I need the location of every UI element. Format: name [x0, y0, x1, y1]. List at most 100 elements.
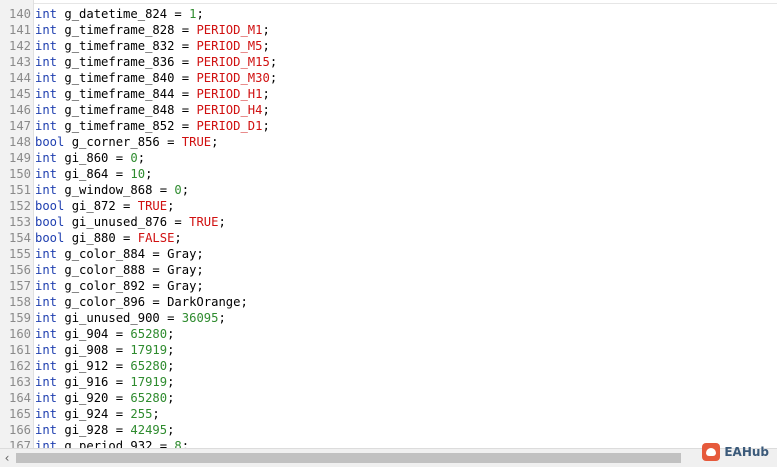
- code-text: gi_860 =: [57, 151, 131, 165]
- code-line[interactable]: 154 bool gi_880 = FALSE;: [0, 230, 277, 246]
- watermark-text: EAHub: [724, 445, 769, 459]
- code-text: g_timeframe_852 =: [57, 119, 197, 133]
- code-text: g_color_888 = Gray;: [57, 263, 204, 277]
- horizontal-scrollbar[interactable]: ‹: [0, 448, 777, 467]
- scrollbar-thumb[interactable]: [16, 453, 681, 463]
- line-number: 141: [8, 23, 31, 37]
- line-number: 164: [8, 391, 31, 405]
- code-text: ;: [269, 55, 278, 69]
- code-line[interactable]: 160 int gi_904 = 65280;: [0, 326, 277, 342]
- code-text: ;: [167, 359, 175, 373]
- code-line[interactable]: 146 int g_timeframe_848 = PERIOD_H4;: [0, 102, 277, 118]
- code-line[interactable]: 167 int g_period_932 = 8;: [0, 438, 277, 448]
- code-line[interactable]: 143 int g_timeframe_836 = PERIOD_M15;: [0, 54, 277, 70]
- code-line[interactable]: 140 int g_datetime_824 = 1;: [0, 6, 277, 22]
- literal-value: PERIOD_D1: [196, 119, 263, 133]
- code-text: gi_912 =: [57, 359, 131, 373]
- code-text: g_color_896 = DarkOrange;: [57, 295, 248, 309]
- code-text: g_timeframe_832 =: [57, 39, 197, 53]
- type-keyword: bool: [35, 231, 65, 245]
- code-text: ;: [167, 327, 175, 341]
- line-number: 142: [8, 39, 31, 53]
- type-keyword: int: [35, 183, 58, 197]
- type-keyword: int: [35, 247, 58, 261]
- code-text: ;: [196, 7, 204, 21]
- code-editor[interactable]: 140 int g_datetime_824 = 1; 141 int g_timef…: [0, 0, 777, 448]
- literal-value: PERIOD_H4: [196, 103, 263, 117]
- type-keyword: bool: [35, 199, 65, 213]
- code-text: ;: [262, 87, 270, 101]
- line-number: 148: [8, 135, 31, 149]
- code-text: ;: [167, 391, 175, 405]
- eahub-logo-icon: [702, 443, 721, 461]
- line-number: 166: [8, 423, 31, 437]
- code-text: gi_908 =: [57, 343, 131, 357]
- code-text: ;: [262, 103, 270, 117]
- code-line[interactable]: 142 int g_timeframe_832 = PERIOD_M5;: [0, 38, 277, 54]
- code-text: g_period_932 =: [57, 439, 175, 448]
- type-keyword: int: [35, 407, 58, 421]
- code-text: ;: [218, 311, 226, 325]
- line-number: 154: [8, 231, 31, 245]
- literal-value: 255: [130, 407, 153, 421]
- line-number: 158: [8, 295, 31, 309]
- code-text: gi_904 =: [57, 327, 131, 341]
- code-text: ;: [218, 215, 226, 229]
- code-line[interactable]: 141 int g_timeframe_828 = PERIOD_M1;: [0, 22, 277, 38]
- code-line[interactable]: 149 int gi_860 = 0;: [0, 150, 277, 166]
- line-number: 147: [8, 119, 31, 133]
- code-line[interactable]: 166 int gi_928 = 42495;: [0, 422, 277, 438]
- type-keyword: int: [35, 439, 58, 448]
- line-number: 143: [8, 55, 31, 69]
- code-line[interactable]: 163 int gi_916 = 17919;: [0, 374, 277, 390]
- code-line[interactable]: 151 int g_window_868 = 0;: [0, 182, 277, 198]
- line-number: 160: [8, 327, 31, 341]
- code-line[interactable]: 161 int gi_908 = 17919;: [0, 342, 277, 358]
- code-text: ;: [174, 231, 182, 245]
- code-text: g_corner_856 =: [64, 135, 182, 149]
- code-text: g_timeframe_840 =: [57, 71, 197, 85]
- code-line[interactable]: 148 bool g_corner_856 = TRUE;: [0, 134, 277, 150]
- code-text: g_window_868 =: [57, 183, 175, 197]
- code-line[interactable]: 162 int gi_912 = 65280;: [0, 358, 277, 374]
- code-line[interactable]: 157 int g_color_892 = Gray;: [0, 278, 277, 294]
- type-keyword: int: [35, 71, 58, 85]
- type-keyword: int: [35, 7, 58, 21]
- code-text: ;: [152, 407, 160, 421]
- code-line[interactable]: 144 int g_timeframe_840 = PERIOD_M30;: [0, 70, 277, 86]
- line-number: 144: [8, 71, 31, 85]
- line-number: 157: [8, 279, 31, 293]
- type-keyword: bool: [35, 135, 65, 149]
- line-number: 165: [8, 407, 31, 421]
- code-line[interactable]: 152 bool gi_872 = TRUE;: [0, 198, 277, 214]
- line-number: 155: [8, 247, 31, 261]
- type-keyword: int: [35, 311, 58, 325]
- code-line[interactable]: 147 int g_timeframe_852 = PERIOD_D1;: [0, 118, 277, 134]
- code-line[interactable]: 145 int g_timeframe_844 = PERIOD_H1;: [0, 86, 277, 102]
- scroll-left-icon[interactable]: ‹: [0, 449, 14, 467]
- code-text: gi_864 =: [57, 167, 131, 181]
- code-text: ;: [167, 199, 175, 213]
- literal-value: 65280: [130, 391, 168, 405]
- code-text: ;: [211, 135, 219, 149]
- line-number: 145: [8, 87, 31, 101]
- line-number: 159: [8, 311, 31, 325]
- code-line[interactable]: 156 int g_color_888 = Gray;: [0, 262, 277, 278]
- line-number: 152: [8, 199, 31, 213]
- type-keyword: int: [35, 327, 58, 341]
- code-line[interactable]: 158 int g_color_896 = DarkOrange;: [0, 294, 277, 310]
- code-text: g_timeframe_848 =: [57, 103, 197, 117]
- code-line[interactable]: 155 int g_color_884 = Gray;: [0, 246, 277, 262]
- code-text: ;: [145, 167, 153, 181]
- literal-value: 65280: [130, 359, 168, 373]
- code-lines[interactable]: 140 int g_datetime_824 = 1; 141 int g_timef…: [0, 6, 277, 448]
- code-line[interactable]: 153 bool gi_unused_876 = TRUE;: [0, 214, 277, 230]
- literal-value: 17919: [130, 375, 168, 389]
- line-number: 161: [8, 343, 31, 357]
- code-line[interactable]: 164 int gi_920 = 65280;: [0, 390, 277, 406]
- code-line[interactable]: 159 int gi_unused_900 = 36095;: [0, 310, 277, 326]
- type-keyword: int: [35, 359, 58, 373]
- code-line[interactable]: 165 int gi_924 = 255;: [0, 406, 277, 422]
- code-line[interactable]: 150 int gi_864 = 10;: [0, 166, 277, 182]
- type-keyword: int: [35, 55, 58, 69]
